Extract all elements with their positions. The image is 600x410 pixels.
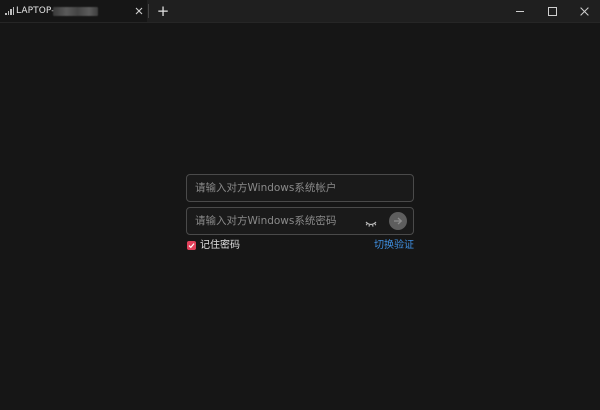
redacted-hostname xyxy=(53,7,98,16)
account-field xyxy=(186,174,414,202)
login-submit-button[interactable] xyxy=(389,212,407,230)
minimize-button[interactable] xyxy=(505,0,535,22)
signal-icon xyxy=(5,7,14,15)
remember-password-label[interactable]: 记住密码 xyxy=(200,240,240,252)
remember-password-checkbox[interactable] xyxy=(187,241,196,250)
tab-close-icon[interactable] xyxy=(134,5,144,17)
switch-verification-link[interactable]: 切换验证 xyxy=(374,240,414,252)
new-tab-button[interactable]: + xyxy=(155,2,171,20)
tab-active[interactable]: LAPTOP- xyxy=(0,0,147,22)
app-window: LAPTOP- + 请输入对方Windows系统帐户 记住密码 切换验证 xyxy=(0,0,600,410)
maximize-button[interactable] xyxy=(537,0,567,22)
check-icon xyxy=(188,243,195,249)
title-bar: LAPTOP- + xyxy=(0,0,600,23)
tab-divider xyxy=(148,4,149,18)
account-input[interactable] xyxy=(187,175,405,201)
tab-title: LAPTOP- xyxy=(16,6,55,16)
close-window-button[interactable] xyxy=(569,0,599,22)
arrow-right-icon xyxy=(394,217,403,225)
password-input[interactable] xyxy=(187,208,360,234)
eye-icon[interactable] xyxy=(364,215,378,227)
password-field xyxy=(186,207,414,235)
